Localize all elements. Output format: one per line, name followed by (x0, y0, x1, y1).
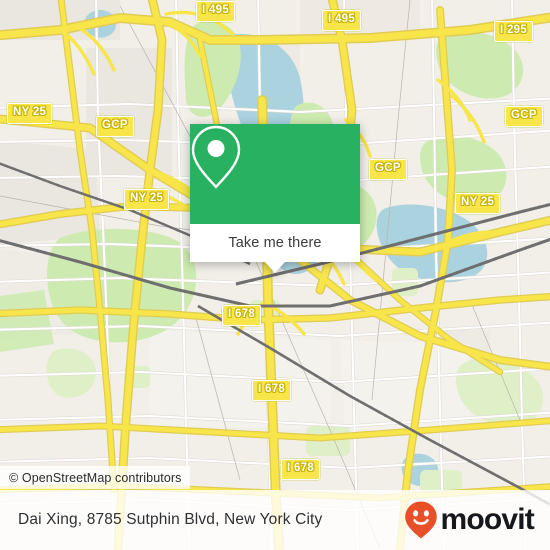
attribution-text: © OpenStreetMap contributors (9, 470, 182, 485)
route-shield-label: I 678 (258, 383, 286, 395)
map-screenshot: .mw { stroke:#f7e54a; stroke-linecap:rou… (0, 0, 550, 550)
route-shield: I 678 (252, 380, 292, 401)
popup-header (190, 124, 360, 224)
route-shield: I 295 (494, 21, 534, 42)
moovit-smiley-pin-icon (405, 501, 438, 539)
route-shield: I 678 (222, 305, 262, 326)
moovit-logo[interactable]: moovit (404, 500, 535, 540)
route-shield-label: NY 25 (13, 106, 47, 118)
map-canvas[interactable]: .mw { stroke:#f7e54a; stroke-linecap:rou… (0, 0, 550, 550)
route-shield: I 678 (281, 459, 321, 480)
route-shield: NY 25 (124, 189, 170, 210)
map-attribution[interactable]: © OpenStreetMap contributors (0, 466, 190, 489)
route-shield-label: I 495 (328, 13, 356, 25)
route-shield: GCP (96, 116, 134, 137)
place-title: Dai Xing, 8785 Sutphin Blvd, New York Ci… (18, 511, 323, 528)
route-shield-label: NY 25 (130, 192, 164, 204)
route-shield: NY 25 (7, 103, 53, 124)
route-shield: NY 25 (455, 193, 501, 214)
route-shield-label: I 495 (202, 4, 230, 16)
route-shield-label: GCP (102, 119, 128, 131)
route-shield-label: I 678 (228, 308, 256, 320)
popup-pointer (265, 262, 285, 273)
route-shield-label: NY 25 (461, 196, 495, 208)
route-shield-label: I 678 (287, 462, 315, 474)
footer-bar: Dai Xing, 8785 Sutphin Blvd, New York Ci… (0, 490, 550, 550)
route-shield: GCP (505, 106, 543, 127)
route-shield: GCP (369, 159, 407, 180)
map-pin-icon (191, 125, 241, 189)
take-me-there-label: Take me there (228, 235, 322, 251)
moovit-wordmark: moovit (440, 503, 534, 536)
route-shield: I 495 (322, 10, 362, 31)
take-me-there-button[interactable]: Take me there (190, 224, 360, 262)
route-shield-label: I 295 (500, 24, 528, 36)
route-shield: I 495 (196, 1, 236, 22)
place-popup-card[interactable]: Take me there (190, 124, 360, 273)
route-shield-label: GCP (511, 109, 537, 121)
route-shield-label: GCP (375, 162, 401, 174)
